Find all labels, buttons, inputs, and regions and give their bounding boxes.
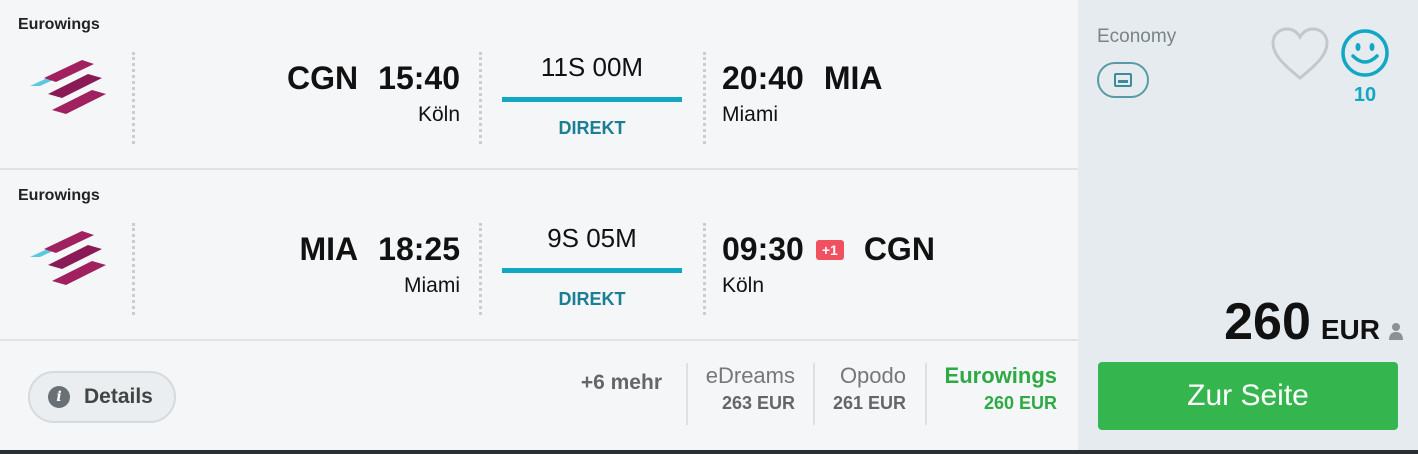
provider-name: eDreams: [705, 363, 795, 388]
departure-time: 15:40: [378, 60, 460, 96]
seat-card-icon[interactable]: [1097, 62, 1149, 98]
airline-logo-icon: [30, 231, 106, 285]
arrival-city: Miami: [722, 103, 778, 126]
arrival-info: 09:30 +1 CGN Köln: [722, 231, 935, 298]
duration: 9S 05M: [547, 223, 637, 253]
price-panel: Economy 10 260 EUR Zur Seite: [1078, 0, 1418, 450]
departure-city: Miami: [404, 274, 460, 297]
departure-info: MIA 18:25 Miami: [300, 231, 461, 298]
duration: 11S 00M: [540, 52, 644, 82]
provider-edreams[interactable]: eDreams 263 EUR: [685, 363, 795, 425]
person-icon: [1389, 323, 1403, 340]
details-label: Details: [84, 385, 153, 408]
smiley-icon: [1341, 29, 1389, 77]
price-amount: 260: [1224, 293, 1311, 351]
departure-city: Köln: [417, 103, 460, 126]
provider-opodo[interactable]: Opodo 261 EUR: [812, 363, 906, 425]
arrival-info: 20:40 MIA Miami: [722, 60, 883, 127]
heart-icon[interactable]: [1270, 26, 1330, 82]
arrival-code: MIA: [823, 60, 883, 96]
duration-info: 9S 05M DIREKT: [502, 223, 682, 310]
divider: [479, 52, 482, 144]
price: 260 EUR: [1224, 292, 1380, 352]
airline-logo-icon: [30, 60, 106, 114]
departure-info: CGN 15:40 Köln: [287, 60, 460, 127]
departure-code: CGN: [287, 60, 359, 96]
duration-line: [502, 97, 682, 102]
duration-line: [502, 268, 682, 273]
itinerary-panel: Eurowings CGN 15:40 Köln 11S 00M DIREKT 2…: [0, 0, 1078, 450]
departure-code: MIA: [299, 231, 359, 267]
provider-eurowings[interactable]: Eurowings 260 EUR: [924, 363, 1057, 425]
price-currency: EUR: [1320, 314, 1380, 345]
arrival-city: Köln: [722, 274, 765, 297]
provider-name: Opodo: [839, 363, 906, 388]
divider: [703, 52, 706, 144]
stops-label: DIREKT: [558, 118, 626, 138]
rating-score: 10: [1353, 84, 1377, 106]
cabin-class: Economy: [1097, 26, 1177, 47]
go-to-site-button[interactable]: Zur Seite: [1098, 362, 1398, 430]
duration-info: 11S 00M DIREKT: [502, 52, 682, 139]
leg-outbound: Eurowings CGN 15:40 Köln 11S 00M DIREKT 2…: [0, 0, 1078, 170]
arrival-time: 20:40: [722, 60, 804, 96]
divider: [132, 223, 135, 315]
more-providers-link[interactable]: +6 mehr: [581, 371, 662, 395]
provider-price: 261 EUR: [832, 393, 906, 413]
info-icon: i: [48, 386, 70, 408]
airline-name: Eurowings: [18, 16, 100, 33]
result-footer: i Details +6 mehr eDreams 263 EUR Opodo …: [0, 343, 1078, 450]
divider: [703, 223, 706, 315]
airline-name: Eurowings: [18, 187, 100, 204]
details-button[interactable]: i Details: [28, 371, 176, 423]
flight-result-card: Eurowings CGN 15:40 Köln 11S 00M DIREKT 2…: [0, 0, 1418, 454]
provider-price: 263 EUR: [721, 393, 795, 413]
provider-price: 260 EUR: [983, 393, 1057, 413]
divider: [479, 223, 482, 315]
arrival-code: CGN: [863, 231, 935, 267]
provider-name: Eurowings: [944, 363, 1057, 388]
day-offset-badge: +1: [815, 239, 844, 260]
arrival-time: 09:30: [722, 231, 804, 267]
departure-time: 18:25: [378, 231, 460, 267]
leg-return: Eurowings MIA 18:25 Miami 9S 05M DIREKT 0…: [0, 171, 1078, 341]
divider: [132, 52, 135, 144]
stops-label: DIREKT: [558, 289, 626, 309]
